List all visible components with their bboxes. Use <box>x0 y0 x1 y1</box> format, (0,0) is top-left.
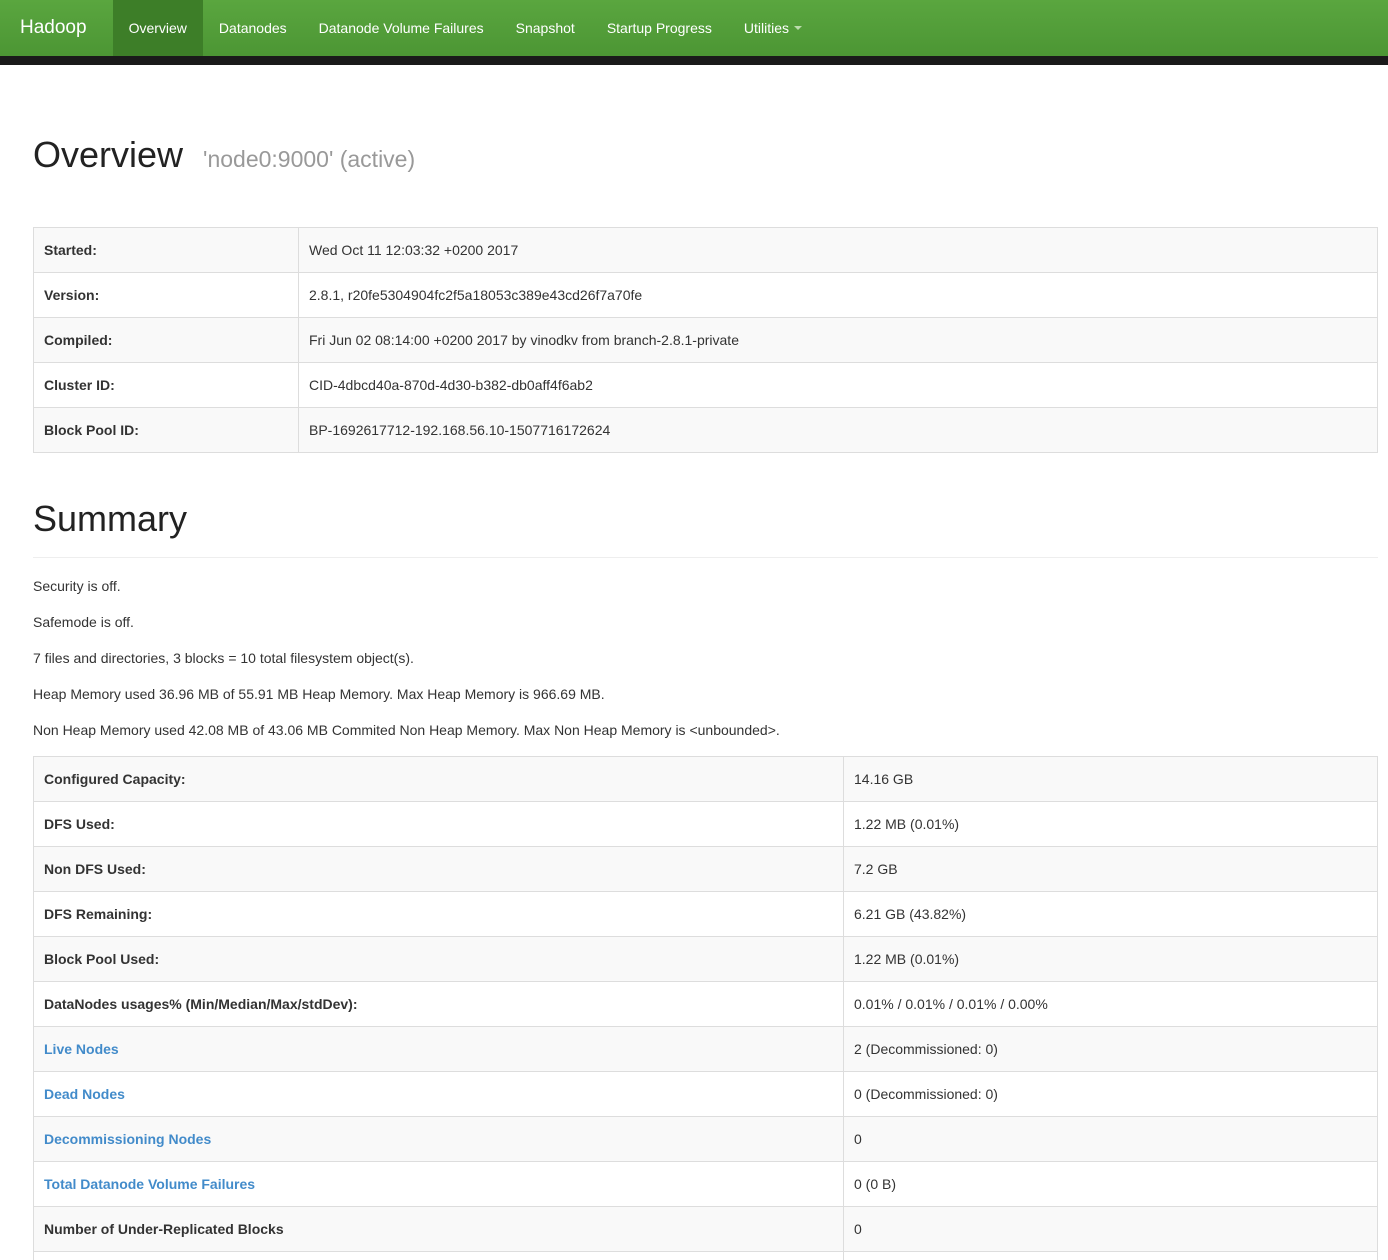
page-content: Overview 'node0:9000' (active) Started: … <box>0 135 1388 1260</box>
info-value-compiled: Fri Jun 02 08:14:00 +0200 2017 by vinodk… <box>299 318 1378 363</box>
non-heap-memory-text: Non Heap Memory used 42.08 MB of 43.06 M… <box>33 720 1378 740</box>
info-value-cluster-id: CID-4dbcd40a-870d-4d30-b382-db0aff4f6ab2 <box>299 363 1378 408</box>
info-label-version: Version: <box>34 273 299 318</box>
chevron-down-icon <box>794 26 802 30</box>
page-title-text: Overview <box>33 134 183 175</box>
nav-menu: Overview Datanodes Datanode Volume Failu… <box>113 0 818 56</box>
table-row: Version: 2.8.1, r20fe5304904fc2f5a18053c… <box>34 273 1378 318</box>
info-label-compiled: Compiled: <box>34 318 299 363</box>
summary-heading: Summary <box>33 499 1378 539</box>
info-value-started: Wed Oct 11 12:03:32 +0200 2017 <box>299 228 1378 273</box>
heap-memory-text: Heap Memory used 36.96 MB of 55.91 MB He… <box>33 684 1378 704</box>
table-row: Block Pool Used: 1.22 MB (0.01%) <box>34 937 1378 982</box>
table-row: Dead Nodes 0 (Decommissioned: 0) <box>34 1072 1378 1117</box>
summary-value-non-dfs-used: 7.2 GB <box>844 847 1378 892</box>
summary-value-volume-failures: 0 (0 B) <box>844 1162 1378 1207</box>
page-title: Overview 'node0:9000' (active) <box>33 135 1378 179</box>
divider <box>33 557 1378 558</box>
nav-tab-datanodes[interactable]: Datanodes <box>203 0 303 56</box>
table-row: Block Pool ID: BP-1692617712-192.168.56.… <box>34 408 1378 453</box>
table-row: Number of Under-Replicated Blocks 0 <box>34 1207 1378 1252</box>
table-row: Configured Capacity: 14.16 GB <box>34 757 1378 802</box>
overview-info-table: Started: Wed Oct 11 12:03:32 +0200 2017 … <box>33 227 1378 453</box>
hadoop-brand: Hadoop <box>0 0 105 56</box>
info-label-block-pool-id: Block Pool ID: <box>34 408 299 453</box>
summary-label-non-dfs-used: Non DFS Used: <box>34 847 844 892</box>
table-row: Total Datanode Volume Failures 0 (0 B) <box>34 1162 1378 1207</box>
table-row: Compiled: Fri Jun 02 08:14:00 +0200 2017… <box>34 318 1378 363</box>
summary-value-block-pool-used: 1.22 MB (0.01%) <box>844 937 1378 982</box>
table-row: DFS Used: 1.22 MB (0.01%) <box>34 802 1378 847</box>
summary-label-dfs-remaining: DFS Remaining: <box>34 892 844 937</box>
live-nodes-link[interactable]: Live Nodes <box>44 1041 119 1057</box>
summary-value-dfs-used: 1.22 MB (0.01%) <box>844 802 1378 847</box>
decommissioning-nodes-link[interactable]: Decommissioning Nodes <box>44 1131 211 1147</box>
volume-failures-link[interactable]: Total Datanode Volume Failures <box>44 1176 255 1192</box>
nav-tab-datanode-volume-failures[interactable]: Datanode Volume Failures <box>303 0 500 56</box>
summary-table: Configured Capacity: 14.16 GB DFS Used: … <box>33 756 1378 1260</box>
summary-label-configured-capacity: Configured Capacity: <box>34 757 844 802</box>
table-row: DataNodes usages% (Min/Median/Max/stdDev… <box>34 982 1378 1027</box>
summary-value-live-nodes: 2 (Decommissioned: 0) <box>844 1027 1378 1072</box>
summary-value-under-replicated: 0 <box>844 1207 1378 1252</box>
summary-value-decommissioning-nodes: 0 <box>844 1117 1378 1162</box>
summary-value-configured-capacity: 14.16 GB <box>844 757 1378 802</box>
summary-value-dfs-remaining: 6.21 GB (43.82%) <box>844 892 1378 937</box>
summary-label-block-pool-used: Block Pool Used: <box>34 937 844 982</box>
page-subtitle: 'node0:9000' (active) <box>203 146 415 172</box>
nav-dropdown-utilities[interactable]: Utilities <box>728 0 818 56</box>
navbar-bottom-strip <box>0 56 1388 65</box>
summary-label-under-replicated: Number of Under-Replicated Blocks <box>34 1207 844 1252</box>
nav-tab-startup-progress[interactable]: Startup Progress <box>591 0 728 56</box>
summary-value-dead-nodes: 0 (Decommissioned: 0) <box>844 1072 1378 1117</box>
table-row: Number of Blocks Pending Deletion 0 <box>34 1252 1378 1260</box>
filesystem-objects-text: 7 files and directories, 3 blocks = 10 t… <box>33 648 1378 668</box>
table-row: Live Nodes 2 (Decommissioned: 0) <box>34 1027 1378 1072</box>
security-status-text: Security is off. <box>33 576 1378 596</box>
summary-label-datanode-usages: DataNodes usages% (Min/Median/Max/stdDev… <box>34 982 844 1027</box>
summary-value-datanode-usages: 0.01% / 0.01% / 0.01% / 0.00% <box>844 982 1378 1027</box>
safemode-status-text: Safemode is off. <box>33 612 1378 632</box>
utilities-label: Utilities <box>744 20 789 36</box>
info-value-block-pool-id: BP-1692617712-192.168.56.10-150771617262… <box>299 408 1378 453</box>
dead-nodes-link[interactable]: Dead Nodes <box>44 1086 125 1102</box>
info-value-version: 2.8.1, r20fe5304904fc2f5a18053c389e43cd2… <box>299 273 1378 318</box>
summary-label-dfs-used: DFS Used: <box>34 802 844 847</box>
table-row: DFS Remaining: 6.21 GB (43.82%) <box>34 892 1378 937</box>
info-label-cluster-id: Cluster ID: <box>34 363 299 408</box>
top-navbar: Hadoop Overview Datanodes Datanode Volum… <box>0 0 1388 56</box>
summary-label-pending-deletion: Number of Blocks Pending Deletion <box>34 1252 844 1260</box>
table-row: Cluster ID: CID-4dbcd40a-870d-4d30-b382-… <box>34 363 1378 408</box>
info-label-started: Started: <box>34 228 299 273</box>
table-row: Started: Wed Oct 11 12:03:32 +0200 2017 <box>34 228 1378 273</box>
nav-tab-snapshot[interactable]: Snapshot <box>500 0 591 56</box>
table-row: Non DFS Used: 7.2 GB <box>34 847 1378 892</box>
summary-value-pending-deletion: 0 <box>844 1252 1378 1260</box>
table-row: Decommissioning Nodes 0 <box>34 1117 1378 1162</box>
nav-tab-overview[interactable]: Overview <box>113 0 203 56</box>
